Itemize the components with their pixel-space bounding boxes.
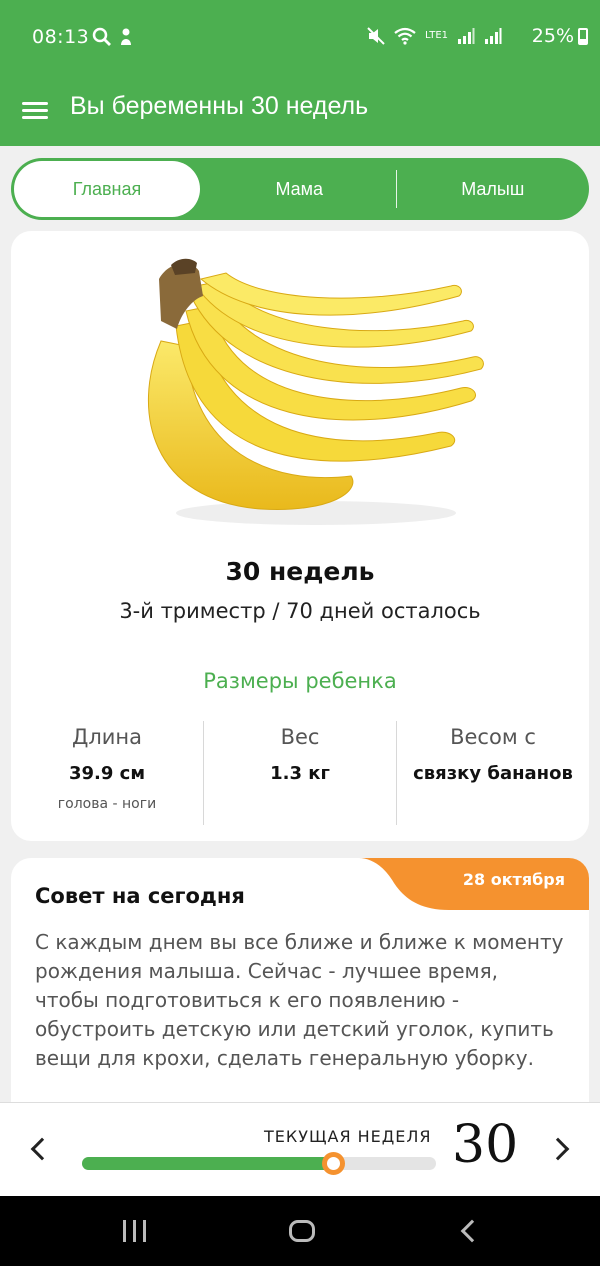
previous-week-button[interactable]	[24, 1129, 54, 1169]
system-nav-bar	[0, 1196, 600, 1266]
trimester-text: 3-й триместр / 70 дней осталось	[119, 599, 481, 623]
banana-image	[148, 258, 484, 525]
stat-value: 1.3 кг	[270, 763, 330, 784]
status-bar: 08:13 LTE1 25%	[0, 0, 600, 78]
chevron-left-icon	[30, 1137, 54, 1161]
home-button[interactable]	[282, 1216, 322, 1246]
week-slider[interactable]	[82, 1152, 436, 1175]
chevron-right-icon	[546, 1137, 570, 1161]
search-icon	[92, 27, 111, 46]
stat-label: Длина	[71, 725, 143, 749]
battery-icon	[578, 27, 588, 45]
tip-text: С каждым днем вы все ближе и ближе к мом…	[35, 930, 564, 1070]
week-selector: ТЕКУЩАЯ НЕДЕЛЯ 30	[0, 1102, 600, 1196]
battery-level: 25%	[531, 25, 574, 47]
signal-icon	[485, 28, 502, 44]
current-week-number: 30	[452, 1115, 519, 1175]
stat-label: Вес	[280, 725, 320, 749]
stat-value: 39.9 см	[68, 763, 146, 784]
tab-mom[interactable]: Мама	[203, 158, 396, 220]
stat-value: связку бананов	[413, 763, 573, 784]
tip-date: 28 октября	[462, 870, 565, 889]
mute-icon	[367, 27, 385, 45]
next-week-button[interactable]	[546, 1129, 576, 1169]
stat-sub: голова - ноги	[57, 796, 157, 812]
daily-tip-card: 28 октября Совет на сегодня С каждым дне…	[11, 858, 589, 1108]
week-slider-thumb[interactable]	[322, 1152, 346, 1175]
stat-length: Длина 39.9 см голова - ноги	[11, 721, 203, 825]
tab-baby[interactable]: Малыш	[397, 158, 590, 220]
signal-icon	[458, 28, 475, 44]
week-info-card: 30 недель 3-й триместр / 70 дней осталос…	[11, 231, 589, 841]
baby-stats: Длина 39.9 см голова - ноги Вес 1.3 кг В…	[11, 721, 589, 825]
tip-title: Совет на сегодня	[35, 884, 245, 908]
stat-label: Весом с	[450, 725, 536, 749]
tab-bar: Главная Мама Малыш	[11, 158, 589, 220]
date-badge: 28 октября	[359, 858, 589, 910]
recent-apps-button[interactable]	[114, 1216, 154, 1246]
app-bar: Вы беременны 30 недель	[0, 78, 600, 146]
back-button[interactable]	[450, 1216, 490, 1246]
status-time: 08:13	[32, 26, 90, 48]
weeks-heading: 30 недель	[225, 557, 375, 586]
menu-icon[interactable]	[20, 94, 52, 126]
tab-home[interactable]: Главная	[14, 161, 200, 217]
baby-sizes-title: Размеры ребенка	[203, 669, 397, 693]
stat-weight: Вес 1.3 кг	[203, 721, 396, 825]
notification-icon	[121, 28, 131, 45]
wifi-icon	[394, 27, 416, 45]
stat-compare: Весом с связку бананов	[396, 721, 589, 825]
week-slider-fill	[82, 1157, 334, 1170]
volte-icon: LTE1	[425, 30, 448, 41]
current-week-label: ТЕКУЩАЯ НЕДЕЛЯ	[264, 1127, 432, 1146]
page-title: Вы беременны 30 недель	[70, 92, 369, 120]
